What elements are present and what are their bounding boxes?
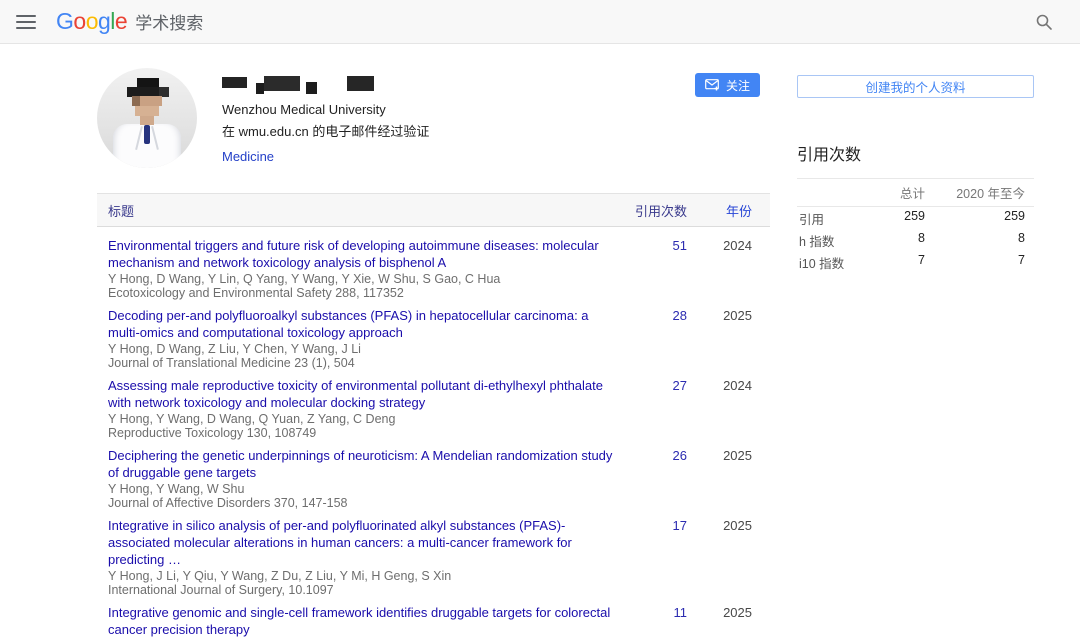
stat-value-all: 259 bbox=[855, 209, 925, 228]
cited-by-count-link[interactable]: 26 bbox=[673, 448, 687, 463]
cited-by-count-link[interactable]: 27 bbox=[673, 378, 687, 393]
cited-by-title[interactable]: 引用次数 bbox=[797, 141, 1034, 165]
column-header-cited-by[interactable]: 引用次数 bbox=[607, 201, 687, 220]
profile-affiliation: Wenzhou Medical University bbox=[222, 102, 429, 117]
cited-by-table: 总计 2020 年至今 引用 259 259 h 指数 8 8 i10 指数 7… bbox=[797, 178, 1034, 273]
publication-cited-by-cell: 27 bbox=[618, 377, 687, 439]
publications-list: Environmental triggers and future risk o… bbox=[97, 227, 770, 640]
publication-authors: Y Hong, Y Wang, W Shu bbox=[108, 481, 618, 496]
cited-by-col-since: 2020 年至今 bbox=[925, 183, 1025, 202]
publication-authors: Y Hong, D Wang, Z Liu, Y Chen, Y Wang, J… bbox=[108, 341, 618, 356]
cited-by-count-link[interactable]: 17 bbox=[673, 518, 687, 533]
scholar-logo[interactable]: Google 学术搜索 bbox=[56, 8, 203, 35]
stat-value-all: 8 bbox=[855, 231, 925, 250]
cited-by-table-header: 总计 2020 年至今 bbox=[797, 178, 1034, 207]
scholar-logo-label: 学术搜索 bbox=[135, 9, 203, 34]
cited-by-rows: 引用 259 259 h 指数 8 8 i10 指数 7 7 bbox=[797, 207, 1034, 273]
create-profile-button[interactable]: 创建我的个人资料 bbox=[797, 75, 1034, 98]
main-column: Wenzhou Medical University 在 wmu.edu.cn … bbox=[97, 68, 770, 640]
publication-title-link[interactable]: Deciphering the genetic underpinnings of… bbox=[108, 447, 618, 481]
publication-title-link[interactable]: Integrative genomic and single-cell fram… bbox=[108, 604, 618, 638]
publication-venue: Journal of Affective Disorders 370, 147-… bbox=[108, 496, 618, 510]
interest-link-medicine[interactable]: Medicine bbox=[222, 149, 274, 164]
publication-venue: Ecotoxicology and Environmental Safety 2… bbox=[108, 286, 618, 300]
top-bar: Google 学术搜索 bbox=[0, 0, 1080, 44]
follow-button-label: 关注 bbox=[726, 77, 750, 94]
cited-by-count-link[interactable]: 28 bbox=[673, 308, 687, 323]
publication-title-link[interactable]: Integrative in silico analysis of per-an… bbox=[108, 517, 618, 568]
publication-row: Deciphering the genetic underpinnings of… bbox=[97, 447, 770, 517]
search-icon[interactable] bbox=[1030, 8, 1058, 36]
publication-authors: Y Hong, J Li, Y Qiu, Y Wang, Z Du, Z Liu… bbox=[108, 568, 618, 583]
hamburger-menu-icon[interactable] bbox=[16, 15, 36, 29]
stat-label: i10 指数 bbox=[799, 253, 855, 272]
publication-row: Assessing male reproductive toxicity of … bbox=[97, 377, 770, 447]
sidebar: 创建我的个人资料 引用次数 总计 2020 年至今 引用 259 259 h 指… bbox=[797, 68, 1034, 640]
publication-venue: Reproductive Toxicology 130, 108749 bbox=[108, 426, 618, 440]
page-content: Wenzhou Medical University 在 wmu.edu.cn … bbox=[0, 44, 1080, 640]
envelope-plus-icon bbox=[705, 79, 720, 91]
publication-main: Environmental triggers and future risk o… bbox=[108, 237, 618, 299]
publication-row: Integrative in silico analysis of per-an… bbox=[97, 517, 770, 604]
stat-value-since: 7 bbox=[925, 253, 1025, 272]
cited-by-col-all: 总计 bbox=[855, 183, 925, 202]
column-header-title[interactable]: 标题 bbox=[108, 201, 607, 220]
publication-title-link[interactable]: Decoding per-and polyfluoroalkyl substan… bbox=[108, 307, 618, 341]
profile-email-verified: 在 wmu.edu.cn 的电子邮件经过验证 bbox=[222, 121, 429, 140]
stat-label: h 指数 bbox=[799, 231, 855, 250]
publication-cited-by-cell: 51 bbox=[618, 237, 687, 299]
publication-main: Integrative in silico analysis of per-an… bbox=[108, 517, 618, 596]
publications-header-row: 标题 引用次数 年份 bbox=[97, 193, 770, 227]
google-logo: Google bbox=[56, 8, 127, 35]
publication-main: Assessing male reproductive toxicity of … bbox=[108, 377, 618, 439]
cited-by-stat-row: 引用 259 259 bbox=[797, 207, 1034, 229]
publication-year: 2025 bbox=[687, 307, 752, 369]
profile-name-redacted bbox=[222, 73, 429, 95]
publication-year: 2025 bbox=[687, 604, 752, 640]
publication-main: Decoding per-and polyfluoroalkyl substan… bbox=[108, 307, 618, 369]
cited-by-count-link[interactable]: 51 bbox=[673, 238, 687, 253]
publication-cited-by-cell: 11 bbox=[618, 604, 687, 640]
profile-info: Wenzhou Medical University 在 wmu.edu.cn … bbox=[222, 68, 429, 168]
publication-cited-by-cell: 26 bbox=[618, 447, 687, 509]
cited-by-count-link[interactable]: 11 bbox=[674, 605, 688, 620]
stat-value-since: 259 bbox=[925, 209, 1025, 228]
avatar-tie bbox=[144, 125, 150, 144]
publication-row: Decoding per-and polyfluoroalkyl substan… bbox=[97, 307, 770, 377]
publication-cited-by-cell: 28 bbox=[618, 307, 687, 369]
publication-title-link[interactable]: Environmental triggers and future risk o… bbox=[108, 237, 618, 271]
stat-value-since: 8 bbox=[925, 231, 1025, 250]
publication-venue: Journal of Translational Medicine 23 (1)… bbox=[108, 356, 618, 370]
profile-avatar[interactable] bbox=[97, 68, 197, 168]
cited-by-stat-row: i10 指数 7 7 bbox=[797, 251, 1034, 273]
publication-main: Deciphering the genetic underpinnings of… bbox=[108, 447, 618, 509]
column-header-year[interactable]: 年份 bbox=[687, 201, 752, 220]
publication-year: 2025 bbox=[687, 447, 752, 509]
publication-year: 2024 bbox=[687, 237, 752, 299]
cited-by-stat-row: h 指数 8 8 bbox=[797, 229, 1034, 251]
publication-authors: Y Hong, D Wang, Y Lin, Q Yang, Y Wang, Y… bbox=[108, 271, 618, 286]
stat-value-all: 7 bbox=[855, 253, 925, 272]
publication-year: 2024 bbox=[687, 377, 752, 439]
publication-row: Environmental triggers and future risk o… bbox=[97, 237, 770, 307]
publication-title-link[interactable]: Assessing male reproductive toxicity of … bbox=[108, 377, 618, 411]
publication-year: 2025 bbox=[687, 517, 752, 596]
follow-button[interactable]: 关注 bbox=[695, 73, 760, 97]
publication-venue: International Journal of Surgery, 10.109… bbox=[108, 583, 618, 597]
profile-header: Wenzhou Medical University 在 wmu.edu.cn … bbox=[97, 68, 770, 168]
publication-authors: Y Hong, Y Wang, D Wang, Q Yuan, Z Yang, … bbox=[108, 411, 618, 426]
publication-row: Integrative genomic and single-cell fram… bbox=[97, 604, 770, 640]
publication-cited-by-cell: 17 bbox=[618, 517, 687, 596]
publication-main: Integrative genomic and single-cell fram… bbox=[108, 604, 618, 640]
stat-label: 引用 bbox=[799, 209, 855, 228]
